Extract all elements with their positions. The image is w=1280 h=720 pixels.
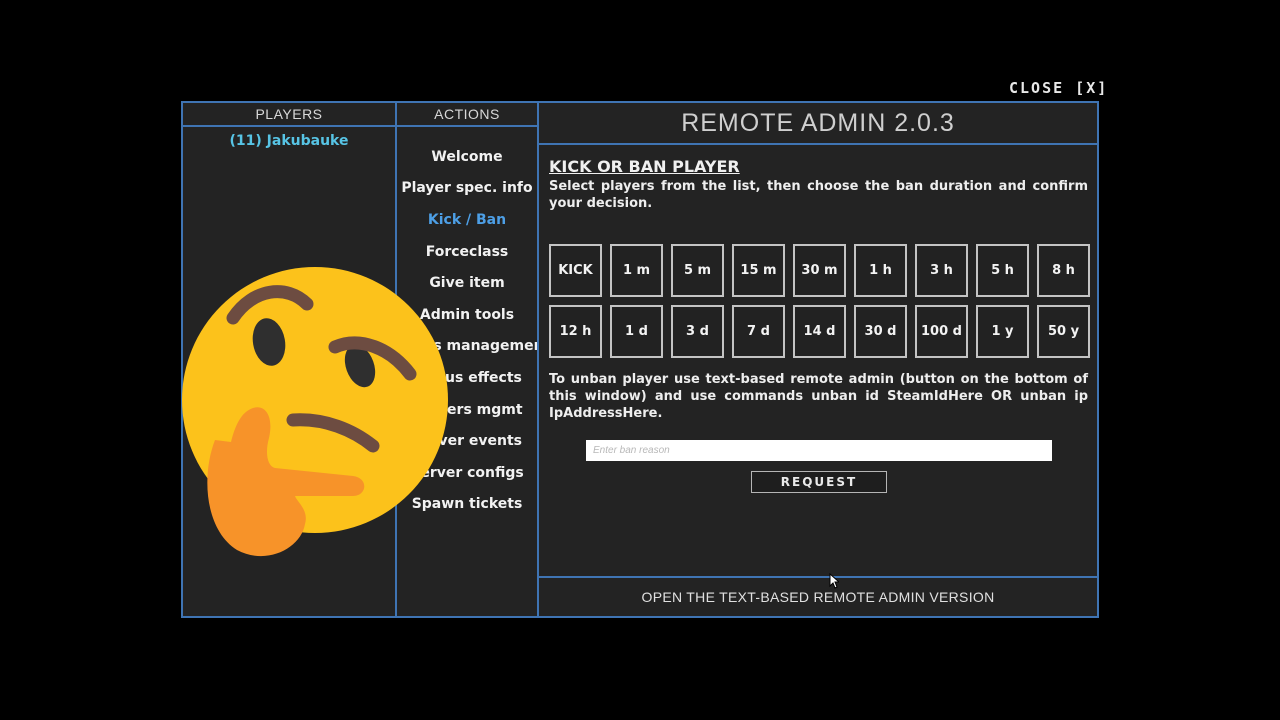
open-text-based-admin-button[interactable]: OPEN THE TEXT-BASED REMOTE ADMIN VERSION bbox=[537, 576, 1099, 618]
duration-button-100d[interactable]: 100 d bbox=[915, 305, 968, 358]
action-item-welcome[interactable]: Welcome bbox=[397, 141, 537, 173]
duration-button-30d[interactable]: 30 d bbox=[854, 305, 907, 358]
duration-button-14d[interactable]: 14 d bbox=[793, 305, 846, 358]
players-header: PLAYERS bbox=[183, 103, 395, 127]
duration-button-15m[interactable]: 15 m bbox=[732, 244, 785, 297]
request-button[interactable]: REQUEST bbox=[751, 471, 887, 493]
duration-button-7d[interactable]: 7 d bbox=[732, 305, 785, 358]
duration-button-3d[interactable]: 3 d bbox=[671, 305, 724, 358]
duration-button-1d[interactable]: 1 d bbox=[610, 305, 663, 358]
kick-ban-section: KICK OR BAN PLAYER Select players from t… bbox=[539, 145, 1097, 493]
duration-button-30m[interactable]: 30 m bbox=[793, 244, 846, 297]
duration-button-12h[interactable]: 12 h bbox=[549, 305, 602, 358]
duration-button-3h[interactable]: 3 h bbox=[915, 244, 968, 297]
player-item[interactable]: (11) Jakubauke bbox=[183, 133, 395, 149]
section-title: KICK OR BAN PLAYER bbox=[549, 157, 740, 176]
duration-grid: KICK 1 m5 m 15 m 30 m1 h3 h5 h8 h 12 h1 d3 d… bbox=[549, 244, 1090, 358]
duration-button-1h[interactable]: 1 h bbox=[854, 244, 907, 297]
thinking-face-emoji-icon bbox=[182, 267, 448, 557]
ban-reason-input[interactable] bbox=[586, 440, 1052, 461]
action-item-kick-ban[interactable]: Kick / Ban bbox=[397, 204, 537, 236]
duration-button-5h[interactable]: 5 h bbox=[976, 244, 1029, 297]
player-list: (11) Jakubauke bbox=[183, 133, 395, 149]
actions-header: ACTIONS bbox=[397, 103, 537, 127]
duration-button-8h[interactable]: 8 h bbox=[1037, 244, 1090, 297]
action-item-player-spec-info[interactable]: Player spec. info bbox=[397, 173, 537, 205]
duration-button-1y[interactable]: 1 y bbox=[976, 305, 1029, 358]
duration-button-5m[interactable]: 5 m bbox=[671, 244, 724, 297]
close-button[interactable]: CLOSE [X] bbox=[1009, 79, 1108, 97]
app-title: REMOTE ADMIN 2.0.3 bbox=[539, 103, 1097, 145]
duration-button-1m[interactable]: 1 m bbox=[610, 244, 663, 297]
duration-button-kick[interactable]: KICK bbox=[549, 244, 602, 297]
main-panel: REMOTE ADMIN 2.0.3 KICK OR BAN PLAYER Se… bbox=[537, 101, 1099, 578]
duration-button-50y[interactable]: 50 y bbox=[1037, 305, 1090, 358]
footer-label: OPEN THE TEXT-BASED REMOTE ADMIN VERSION bbox=[641, 589, 995, 605]
instructions-text: Select players from the list, then choos… bbox=[549, 179, 1088, 211]
unban-instructions-text: To unban player use text-based remote ad… bbox=[549, 372, 1088, 421]
mouse-cursor-icon bbox=[829, 573, 839, 589]
